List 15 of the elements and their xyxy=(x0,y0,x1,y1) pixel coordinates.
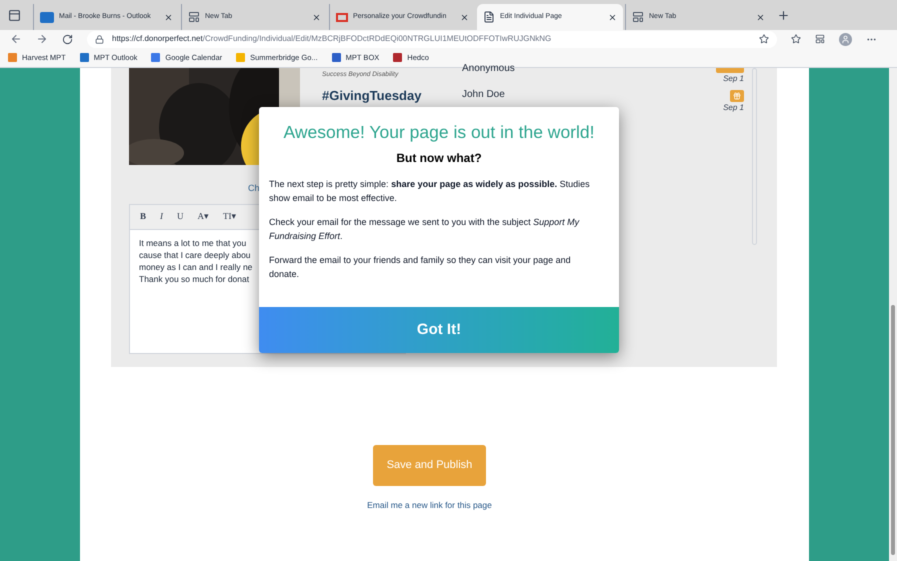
donor-name: John Doe xyxy=(462,90,505,100)
dialog-paragraph: Forward the email to your friends and family so they can visit your page and donate. xyxy=(269,254,572,281)
dialog-subtitle: But now what? xyxy=(395,150,483,167)
dialog-paragraph: Check your email for the message we sent to you with the subject Support My Fundraising Effort. xyxy=(269,216,580,243)
editor-text-line: It means a lot to me that you xyxy=(139,236,246,248)
editor-text-line: Thank you so much for donat xyxy=(139,272,250,284)
url-text: https://cf.donorperfect.net/CrowdFunding/Individual/Edit/MzBCRjBFODctRDdEQi00NTRGLUI1MEUtODFFOTIwRUJGNkNG xyxy=(112,33,552,45)
dialog-title: Awesome! Your page is out in the world! xyxy=(282,121,596,143)
dialog-paragraph: The next step is pretty simple: share your page as widely as possible. Studies show email to be most effective. xyxy=(269,178,591,205)
donation-date: Sep 1 xyxy=(723,102,744,114)
donation-date: Sep 1 xyxy=(723,73,744,85)
editor-text-line: money as I can and I really ne xyxy=(139,260,252,272)
hashtag-text: #GivingTuesday xyxy=(322,86,422,105)
donor-name: Anonymous xyxy=(462,64,515,74)
editor-text-line: cause that I care deeply abou xyxy=(139,248,251,260)
